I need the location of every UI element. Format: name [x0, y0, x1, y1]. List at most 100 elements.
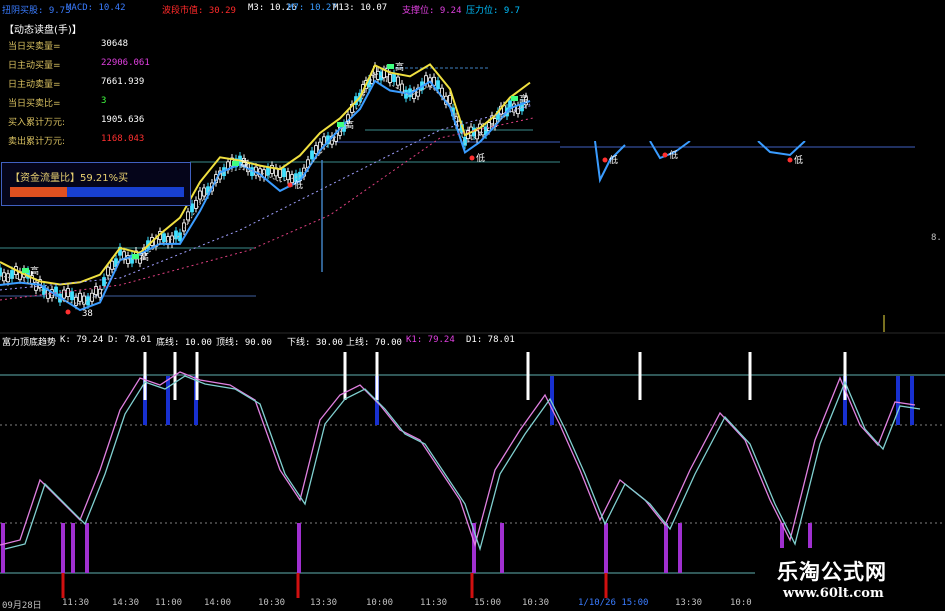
watermark-name: 乐淘公式网 — [777, 560, 887, 584]
candle-body — [182, 222, 186, 232]
bottom-signal-bar — [604, 523, 608, 573]
candle-body — [74, 296, 78, 306]
oscillator-header-item: D1: 78.01 — [466, 335, 515, 345]
low-marker: 低 — [669, 149, 678, 161]
time-tick: 10:30 — [258, 598, 286, 608]
candle-body — [106, 266, 110, 276]
candle-body — [392, 73, 396, 82]
sell-dot-icon — [65, 309, 71, 315]
bottom-warning-bar — [470, 573, 474, 598]
candle-body — [286, 171, 290, 181]
candle-body — [376, 70, 380, 80]
bottom-signal-bar — [85, 523, 89, 573]
panel-title: 【动态读盘(手)】 — [4, 25, 82, 36]
time-tick: 09月28日 — [2, 601, 42, 611]
sell-dot-icon — [602, 157, 608, 163]
panel-row-value: 7661.939 — [101, 77, 145, 87]
header-item: 支撑位: 9.24 — [402, 6, 462, 16]
top-signal-bar — [166, 376, 170, 425]
low-marker: 低 — [294, 179, 303, 191]
bottom-warning-bar — [61, 573, 65, 598]
bottom-signal-bar — [1, 523, 5, 573]
high-marker: 高 — [395, 61, 404, 73]
panel-row-value: 3 — [101, 96, 107, 106]
header-item: MACD: 10.42 — [66, 3, 126, 13]
sell-dot-icon — [469, 155, 475, 161]
bottom-signal-bar — [500, 523, 504, 573]
bottom-signal-bar — [297, 523, 301, 573]
oscillator-header-item: 下线: 30.00 — [287, 338, 343, 348]
right-tick: 8. — [931, 233, 942, 243]
panel-row-value: 1905.636 — [101, 115, 145, 125]
candle-body — [516, 105, 520, 115]
candle-body — [194, 199, 198, 209]
candle-body — [388, 74, 392, 83]
sell-dot-icon — [287, 182, 293, 188]
envelope-fragment — [757, 140, 806, 157]
time-tick: 14:30 — [112, 598, 140, 608]
time-tick: 10:0 — [730, 598, 752, 608]
candle-body — [66, 288, 70, 298]
candle-body — [202, 187, 206, 197]
top-signal-bar — [910, 376, 914, 425]
occlusion-mid — [256, 273, 688, 332]
candle-body — [400, 83, 404, 93]
header-item: M13: 10.07 — [333, 3, 388, 13]
buy-flag-icon — [511, 96, 518, 101]
candle-body — [78, 292, 82, 302]
panel-row-label: 买入累计万元: — [8, 118, 66, 128]
candle-body — [102, 277, 106, 286]
candle-body — [396, 76, 400, 86]
low-marker: 低 — [609, 154, 618, 166]
bottom-warning-bar — [296, 573, 300, 598]
occlusion-top-right — [533, 0, 945, 141]
fund-flow-label: 【资金流量比】59.21%买 — [10, 173, 129, 184]
time-tick: 11:30 — [62, 598, 90, 608]
buy-flag-icon — [22, 268, 29, 273]
candle-body — [62, 289, 66, 299]
candle-body — [0, 267, 2, 277]
top-warning-bar — [195, 352, 199, 400]
oscillator-header-item: 底线: 10.00 — [156, 338, 212, 348]
candle-body — [70, 291, 74, 301]
candle-body — [448, 95, 452, 104]
sell-dot-icon — [662, 152, 668, 158]
candle-body — [436, 80, 440, 90]
high-marker: 高 — [519, 93, 528, 105]
buy-flag-icon — [232, 161, 239, 166]
time-tick: 10:00 — [366, 598, 394, 608]
top-warning-bar — [638, 352, 642, 400]
time-tick: 11:00 — [155, 598, 183, 608]
top-warning-bar — [526, 352, 530, 400]
bottom-warning-bar — [604, 573, 608, 598]
fund-flow-box: 【资金流量比】59.21%买 — [1, 162, 191, 206]
panel-row: 当日买卖量= 30648 — [6, 39, 186, 55]
high-marker: 高 — [345, 119, 354, 131]
oscillator-header-item: 上线: 70.00 — [346, 338, 402, 348]
panel-row: 日主动卖量= 7661.939 — [6, 77, 186, 93]
watermark: 乐淘公式网 www.60lt.com — [755, 548, 945, 609]
panel-row-value: 1168.043 — [101, 134, 145, 144]
candle-body — [266, 166, 270, 176]
buy-flag-icon — [337, 122, 344, 127]
time-tick: 13:30 — [675, 598, 703, 608]
panel-row-value: 22906.061 — [101, 58, 150, 68]
panel-row: 日主动买量= 22906.061 — [6, 58, 186, 74]
low-marker: 低 — [476, 152, 485, 164]
panel-row-label: 日主动买量= — [8, 61, 61, 71]
candle-body — [282, 168, 286, 178]
bottom-signal-bar — [664, 523, 668, 573]
panel-row-value: 30648 — [101, 39, 129, 49]
candle-body — [278, 169, 282, 178]
time-tick: 15:00 — [474, 598, 502, 608]
candle-body — [110, 260, 114, 270]
buy-flag-icon — [132, 254, 139, 259]
watermark-url: www.60lt.com — [783, 586, 884, 601]
high-marker: 高 — [140, 251, 149, 263]
price-label: 38 — [82, 309, 93, 319]
candle-body — [310, 150, 314, 160]
bottom-signal-bar — [678, 523, 682, 573]
time-tick: 13:30 — [310, 598, 338, 608]
bottom-signal-bar — [71, 523, 75, 573]
fund-flow-fill — [10, 187, 67, 197]
